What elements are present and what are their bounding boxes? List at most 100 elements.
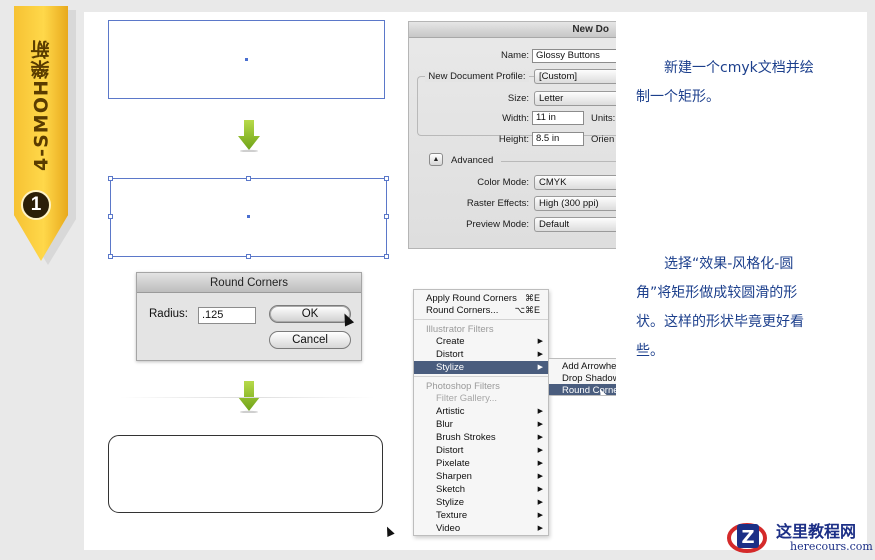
menu-item-pixelate[interactable]: Pixelate ▶	[436, 457, 548, 470]
submenu-arrow-icon: ▶	[537, 408, 543, 415]
logo-domain-text: herecours.com	[790, 540, 873, 553]
disclosure-triangle-icon[interactable]: ▲	[429, 153, 443, 166]
menu-item-distort[interactable]: Distort ▶	[436, 348, 548, 361]
submenu-arrow-icon: ▶	[537, 434, 543, 441]
arrow-down-icon	[238, 120, 260, 152]
selection-handle[interactable]	[384, 176, 389, 181]
svg-text:Z: Z	[741, 527, 754, 548]
menu-item-video[interactable]: Video ▶	[436, 522, 548, 535]
menu-item-label: Pixelate	[436, 458, 470, 469]
ribbon-title: 4-SMOH樂新	[30, 39, 53, 171]
advanced-divider	[501, 161, 616, 162]
menu-item-stylize-selected[interactable]: Stylize ▶	[414, 361, 548, 374]
dialog-title: New Do	[409, 22, 616, 38]
menu-item-label: Distort	[436, 349, 464, 360]
name-input[interactable]: Glossy Buttons	[532, 49, 616, 63]
ok-button[interactable]: OK	[269, 305, 351, 323]
preview-mode-label: Preview Mode:	[466, 219, 529, 230]
size-select[interactable]: Letter	[534, 91, 616, 106]
caption-line: 制一个矩形。	[636, 89, 720, 105]
caption-line: 选择“效果-风格化-圆	[664, 256, 794, 272]
orientation-label: Orien	[591, 134, 615, 145]
profile-group	[417, 76, 616, 136]
stylize-submenu: Add Arrowhe Drop Shadow Round Corne	[548, 358, 616, 396]
menu-shortcut: ⌥⌘E	[514, 305, 540, 315]
width-label: Width:	[502, 113, 529, 124]
rectangle-center-point	[245, 58, 248, 61]
caption-line: 新建一个cmyk文档并绘	[664, 60, 814, 76]
menu-item-label: Create	[436, 336, 465, 347]
menu-item-brush-strokes[interactable]: Brush Strokes ▶	[436, 431, 548, 444]
profile-select[interactable]: [Custom]	[534, 69, 616, 84]
menu-item-blur[interactable]: Blur ▶	[436, 418, 548, 431]
new-document-dialog: New Do Name: Glossy Buttons New Document…	[408, 21, 616, 249]
radius-label: Radius:	[149, 308, 188, 320]
size-label: Size:	[507, 93, 529, 104]
dialog-title: Round Corners	[137, 273, 361, 293]
advanced-label: Advanced	[451, 155, 494, 166]
caption-line: 些。	[636, 343, 664, 359]
menu-item-artistic[interactable]: Artistic ▶	[436, 405, 548, 418]
submenu-arrow-icon: ▶	[537, 447, 543, 454]
mouse-cursor-icon	[339, 311, 355, 327]
menu-item-distort-ps[interactable]: Distort ▶	[436, 444, 548, 457]
menu-item-label: Stylize	[436, 497, 464, 508]
preview-mode-select[interactable]: Default	[534, 217, 616, 232]
selection-handle[interactable]	[246, 254, 251, 259]
menu-item-label: Distort	[436, 445, 464, 456]
submenu-arrow-icon: ▶	[537, 486, 543, 493]
site-logo-icon: Z	[727, 523, 767, 553]
profile-label: New Document Profile:	[425, 71, 529, 82]
divider	[120, 397, 375, 398]
submenu-arrow-icon: ▶	[537, 499, 543, 506]
step2-caption: 选择“效果-风格化-圆 角”将矩形做成较圆滑的形 状。这样的形状毕竟更好看 些。	[636, 250, 851, 366]
menu-item-filter-gallery: Filter Gallery...	[436, 392, 548, 405]
cancel-button[interactable]: Cancel	[269, 331, 351, 349]
selection-handle[interactable]	[384, 254, 389, 259]
menu-item-label: Round Corne	[562, 385, 616, 396]
logo-chinese-text: 这里教程网	[776, 522, 857, 541]
menu-item-label: Stylize	[436, 362, 464, 373]
name-label: Name:	[501, 50, 529, 61]
menu-item-label: Sharpen	[436, 471, 472, 482]
submenu-arrow-icon: ▶	[537, 473, 543, 480]
menu-separator	[414, 319, 548, 320]
width-input[interactable]: 11 in	[532, 111, 584, 125]
caption-line: 状。这样的形状毕竟更好看	[636, 314, 804, 330]
step-number-badge: 1	[21, 190, 51, 220]
color-mode-select[interactable]: CMYK	[534, 175, 616, 190]
menu-item-sketch[interactable]: Sketch ▶	[436, 483, 548, 496]
submenu-arrow-icon: ▶	[537, 338, 543, 345]
selection-handle[interactable]	[108, 214, 113, 219]
raster-effects-label: Raster Effects:	[466, 198, 529, 209]
raster-effects-select[interactable]: High (300 ppi)	[534, 196, 616, 211]
rounded-rectangle[interactable]	[108, 435, 383, 513]
selection-handle[interactable]	[384, 214, 389, 219]
menu-item-sharpen[interactable]: Sharpen ▶	[436, 470, 548, 483]
menu-item-label: Filter Gallery...	[436, 393, 498, 404]
menu-item-stylize-ps[interactable]: Stylize ▶	[436, 496, 548, 509]
menu-separator	[414, 376, 548, 377]
menu-item-texture[interactable]: Texture ▶	[436, 509, 548, 522]
menu-item-create[interactable]: Create ▶	[436, 335, 548, 348]
rectangle-center-point	[247, 215, 250, 218]
menu-item-label: Sketch	[436, 484, 466, 495]
selection-handle[interactable]	[108, 176, 113, 181]
menu-item-label: Video	[436, 523, 461, 534]
selection-handle[interactable]	[108, 254, 113, 259]
menu-item-label: Artistic	[436, 406, 465, 417]
height-label: Height:	[498, 134, 529, 145]
selection-handle[interactable]	[246, 176, 251, 181]
submenu-arrow-icon: ▶	[537, 512, 543, 519]
menu-item-label: Brush Strokes	[436, 432, 496, 443]
menu-item-label: Blur	[436, 419, 453, 430]
caption-line: 角”将矩形做成较圆滑的形	[636, 285, 798, 301]
height-input[interactable]: 8.5 in	[532, 132, 584, 146]
menu-item-round-corners[interactable]: Round Corners... ⌥⌘E	[426, 304, 548, 317]
submenu-arrow-icon: ▶	[537, 351, 543, 358]
step1-caption: 新建一个cmyk文档并绘 制一个矩形。	[636, 54, 851, 112]
radius-input[interactable]: .125	[198, 307, 256, 324]
submenu-arrow-icon: ▶	[537, 525, 543, 532]
menu-item-label: Texture	[436, 510, 468, 521]
units-label: Units:	[591, 113, 616, 124]
